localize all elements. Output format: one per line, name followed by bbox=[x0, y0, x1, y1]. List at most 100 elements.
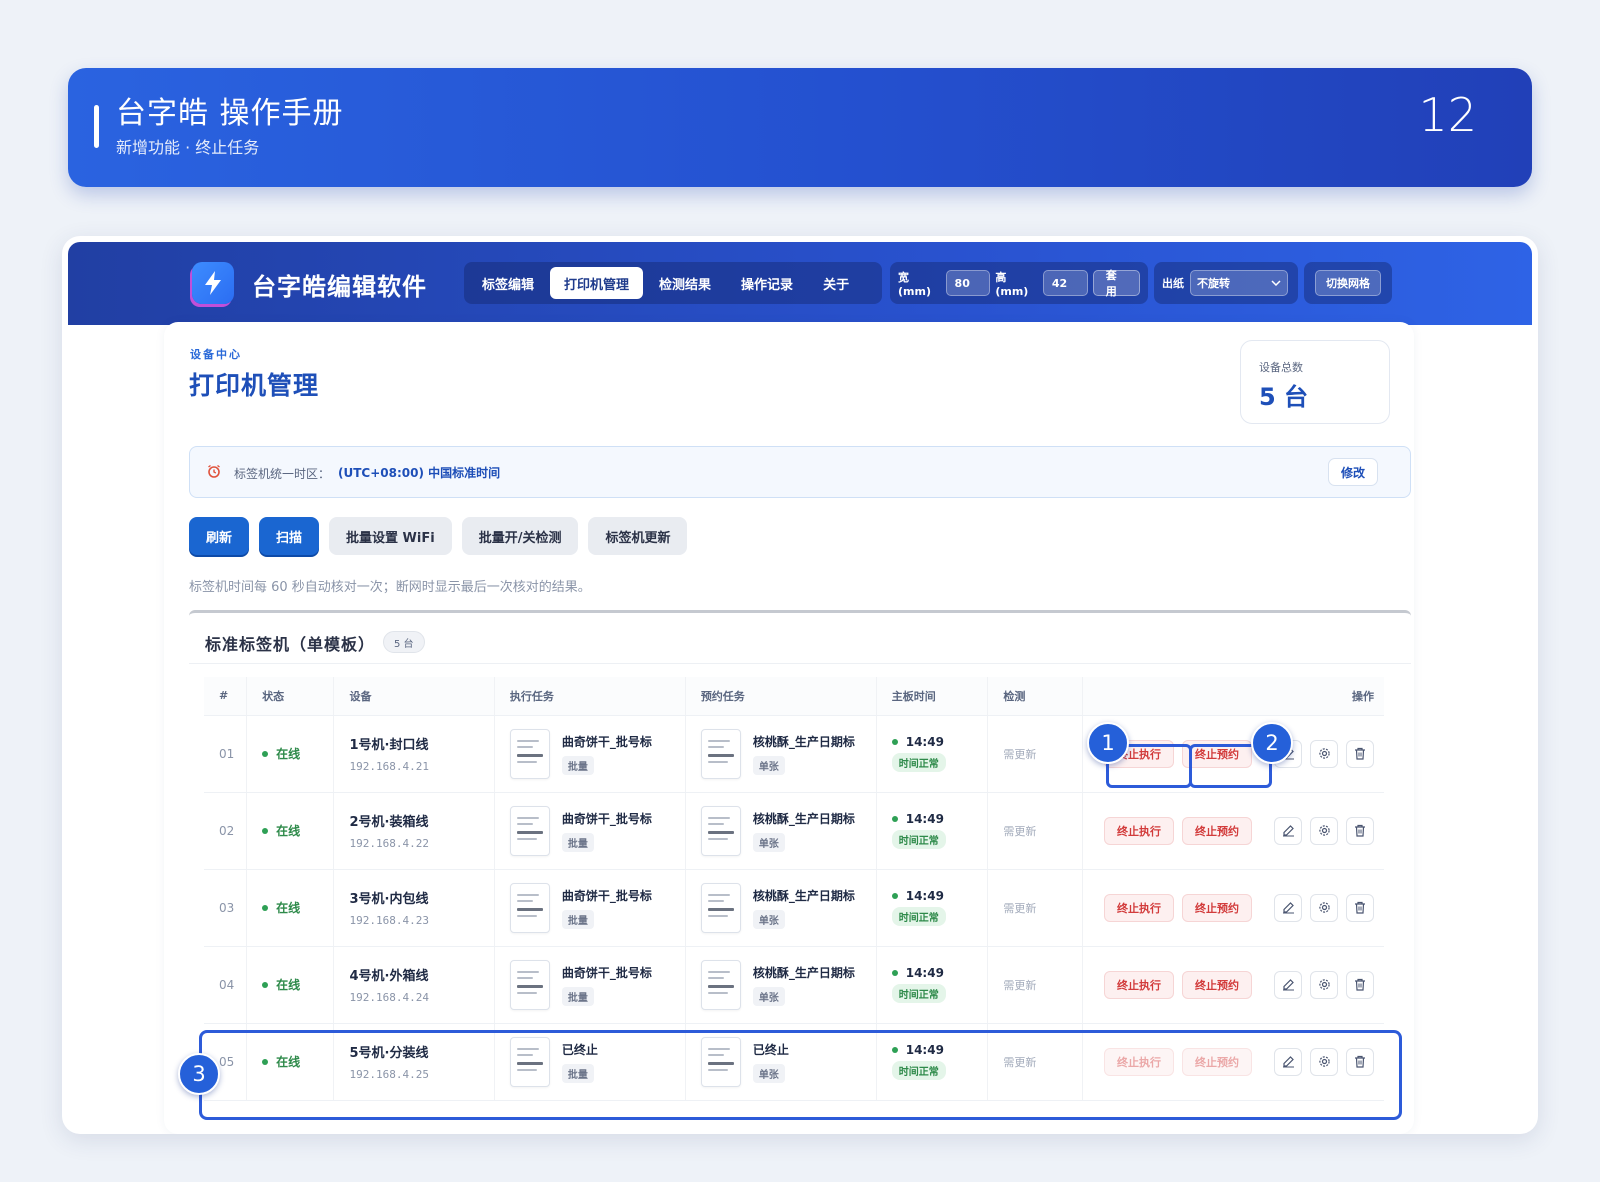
reserved-task-name: 核桃酥_生产日期标 bbox=[752, 734, 855, 749]
stop-reserve-button[interactable]: 终止预约 bbox=[1182, 893, 1252, 922]
gear-icon[interactable] bbox=[1310, 1047, 1338, 1076]
label-thumbnail bbox=[509, 959, 550, 1010]
time-ok-dot-icon bbox=[891, 739, 898, 745]
edit-icon[interactable] bbox=[1274, 1047, 1302, 1076]
status-badge: 在线 bbox=[262, 745, 333, 762]
trash-icon[interactable] bbox=[1346, 816, 1374, 845]
status-badge: 在线 bbox=[262, 976, 333, 993]
batch-detect-toggle-button[interactable]: 批量开/关检测 bbox=[461, 517, 579, 555]
callout-2: 2 bbox=[1251, 722, 1293, 764]
device-total-card: 设备总数 5 台 bbox=[1240, 340, 1390, 424]
stop-exec-button[interactable]: 终止执行 bbox=[1104, 893, 1174, 922]
gear-icon[interactable] bbox=[1310, 816, 1338, 845]
toggle-grid-button[interactable]: 切换网格 bbox=[1315, 270, 1381, 296]
detect-status: 需更新 bbox=[1003, 1055, 1037, 1069]
refresh-button[interactable]: 刷新 bbox=[189, 517, 250, 555]
label-size-group: 宽(mm) 80 高(mm) 42 套用 bbox=[890, 262, 1148, 304]
col-header-index: # bbox=[204, 677, 247, 716]
trash-icon[interactable] bbox=[1346, 739, 1374, 768]
row-actions: 终止执行 终止预约 bbox=[1098, 816, 1384, 845]
time-status-badge: 时间正常 bbox=[891, 907, 946, 926]
board-time-value: 14:49 bbox=[905, 1043, 944, 1057]
action-toolbar: 刷新 扫描 批量设置 WiFi 批量开/关检测 标签机更新 bbox=[189, 517, 688, 555]
chevron-down-icon bbox=[1271, 280, 1281, 286]
exec-task-cell: 已终止 批量 bbox=[509, 1036, 685, 1087]
apply-size-button[interactable]: 套用 bbox=[1092, 269, 1140, 298]
board-time-value: 14:49 bbox=[905, 735, 944, 749]
stop-reserve-button[interactable]: 终止预约 bbox=[1182, 816, 1252, 845]
page-title: 打印机管理 bbox=[189, 371, 320, 400]
board-time: 14:49 bbox=[891, 889, 988, 903]
row-index: 04 bbox=[219, 977, 235, 992]
exec-task-cell: 曲奇饼干_批号标 批量 bbox=[509, 805, 685, 856]
time-ok-dot-icon bbox=[891, 970, 898, 976]
status-badge: 在线 bbox=[262, 899, 333, 916]
reserved-task-mode-tag: 单张 bbox=[752, 755, 785, 775]
paper-rotation-select[interactable]: 不旋转 bbox=[1190, 270, 1288, 296]
trash-icon[interactable] bbox=[1346, 893, 1374, 922]
col-header-exec-task: 执行任务 bbox=[493, 677, 686, 716]
edit-icon[interactable] bbox=[1274, 816, 1302, 845]
scan-button[interactable]: 扫描 bbox=[259, 517, 320, 555]
online-dot-icon bbox=[262, 827, 269, 834]
printer-management-panel: 设备中心 打印机管理 设备总数 5 台 标签机统一时区： (UTC+08:00)… bbox=[164, 322, 1414, 1134]
gear-icon[interactable] bbox=[1310, 893, 1338, 922]
exec-task-mode-tag: 批量 bbox=[561, 832, 594, 852]
reserved-task-cell: 核桃酥_生产日期标 单张 bbox=[700, 805, 876, 856]
gear-icon[interactable] bbox=[1310, 970, 1338, 999]
time-status-badge: 时间正常 bbox=[891, 984, 946, 1003]
width-input[interactable]: 80 bbox=[945, 270, 991, 296]
row-actions: 终止执行 终止预约 bbox=[1098, 739, 1384, 768]
row-actions: 终止执行 终止预约 bbox=[1098, 1047, 1384, 1076]
detect-status: 需更新 bbox=[1003, 901, 1037, 915]
exec-task-mode-tag: 批量 bbox=[561, 986, 594, 1006]
device-ip: 192.168.4.22 bbox=[349, 837, 429, 850]
device-name: 3号机·内包线 bbox=[349, 892, 429, 907]
table-row: 05 在线 5号机·分装线 192.168.4.25 已终止 批量 已终止 单张 14… bbox=[204, 1023, 1384, 1101]
gear-icon[interactable] bbox=[1310, 739, 1338, 768]
table-header-row: # 状态 设备 执行任务 预约任务 主板时间 检测 操作 bbox=[204, 677, 1384, 716]
stop-reserve-button[interactable]: 终止预约 bbox=[1182, 739, 1252, 768]
time-ok-dot-icon bbox=[891, 893, 898, 899]
tab-label-editor[interactable]: 标签编辑 bbox=[468, 267, 548, 299]
stop-exec-button[interactable]: 终止执行 bbox=[1104, 970, 1174, 999]
detect-status: 需更新 bbox=[1003, 978, 1037, 992]
stop-reserve-button[interactable]: 终止预约 bbox=[1182, 970, 1252, 999]
trash-icon[interactable] bbox=[1346, 1047, 1374, 1076]
tab-detection-results[interactable]: 检测结果 bbox=[645, 267, 725, 299]
exec-task-mode-tag: 批量 bbox=[561, 909, 594, 929]
detect-status: 需更新 bbox=[1003, 747, 1037, 761]
section-divider bbox=[189, 663, 1411, 664]
status-text: 在线 bbox=[276, 1055, 301, 1069]
tab-printer-management[interactable]: 打印机管理 bbox=[550, 267, 644, 299]
standard-printer-section: 标准标签机（单模板） 5 台 # 状态 设备 执行任务 预约任务 主板时间 检测… bbox=[189, 610, 1411, 1134]
exec-task-mode-tag: 批量 bbox=[561, 1063, 594, 1083]
batch-wifi-button[interactable]: 批量设置 WiFi bbox=[329, 517, 452, 555]
tab-operation-log[interactable]: 操作记录 bbox=[727, 267, 807, 299]
device-name: 2号机·装箱线 bbox=[349, 815, 429, 830]
stop-reserve-button[interactable]: 终止预约 bbox=[1182, 1047, 1252, 1076]
printer-table: # 状态 设备 执行任务 预约任务 主板时间 检测 操作 01 在线 1号机·封… bbox=[204, 677, 1384, 1101]
device-ip: 192.168.4.24 bbox=[349, 991, 429, 1004]
edit-timezone-button[interactable]: 修改 bbox=[1328, 458, 1378, 486]
table-row: 04 在线 4号机·外箱线 192.168.4.24 曲奇饼干_批号标 批量 核桃酥… bbox=[204, 946, 1384, 1024]
edit-icon[interactable] bbox=[1274, 893, 1302, 922]
detect-status: 需更新 bbox=[1003, 824, 1037, 838]
timezone-value: (UTC+08:00) 中国标准时间 bbox=[338, 466, 501, 480]
height-input[interactable]: 42 bbox=[1042, 270, 1088, 296]
online-dot-icon bbox=[262, 981, 269, 988]
edit-icon[interactable] bbox=[1274, 970, 1302, 999]
paper-rotation-value: 不旋转 bbox=[1197, 277, 1230, 290]
row-actions: 终止执行 终止预约 bbox=[1098, 970, 1384, 999]
stop-exec-button[interactable]: 终止执行 bbox=[1104, 1047, 1174, 1076]
board-time-value: 14:49 bbox=[905, 812, 944, 826]
tab-about[interactable]: 关于 bbox=[809, 267, 863, 299]
printer-update-button[interactable]: 标签机更新 bbox=[588, 517, 688, 555]
status-text: 在线 bbox=[276, 978, 301, 992]
printer-table-body: 01 在线 1号机·封口线 192.168.4.21 曲奇饼干_批号标 批量 核桃酥… bbox=[204, 715, 1384, 1101]
trash-icon[interactable] bbox=[1346, 970, 1374, 999]
section-title: 标准标签机（单模板） bbox=[205, 635, 376, 654]
page-number: 12 bbox=[1418, 88, 1477, 142]
device-name: 5号机·分装线 bbox=[349, 1046, 429, 1061]
stop-exec-button[interactable]: 终止执行 bbox=[1104, 816, 1174, 845]
